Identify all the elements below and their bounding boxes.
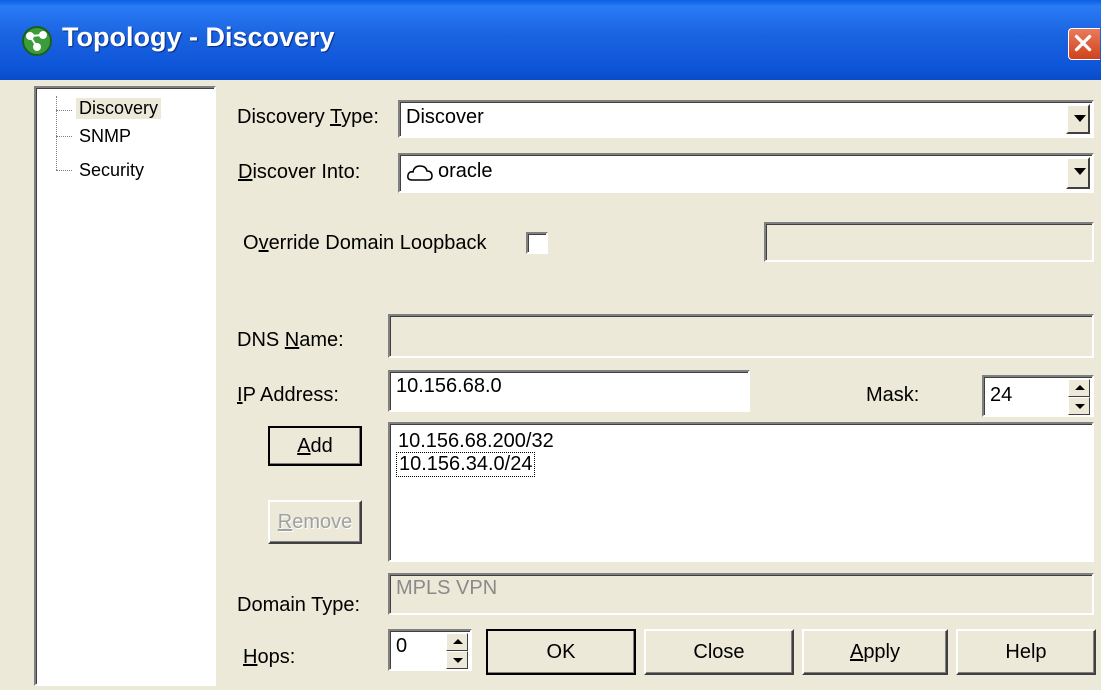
close-x-icon bbox=[1074, 34, 1092, 52]
help-button[interactable]: Help bbox=[956, 629, 1096, 675]
close-window-button[interactable] bbox=[1068, 28, 1100, 60]
title-bar[interactable]: Topology - Discovery bbox=[0, 0, 1101, 80]
chevron-down-icon[interactable] bbox=[1066, 157, 1090, 189]
discovery-type-label: Discovery Type: bbox=[237, 106, 379, 128]
dns-name-label: DNS Name: bbox=[237, 329, 344, 351]
ip-address-input[interactable]: 10.156.68.0 bbox=[388, 370, 750, 412]
discover-into-value: oracle bbox=[438, 160, 493, 182]
tree-item-snmp[interactable]: SNMP bbox=[79, 126, 131, 147]
address-list[interactable]: 10.156.68.200/32 10.156.34.0/24 bbox=[388, 422, 1094, 562]
discover-into-dropdown[interactable]: oracle bbox=[398, 153, 1094, 193]
tree-item-discovery[interactable]: Discovery bbox=[76, 98, 162, 119]
domain-type-field: MPLS VPN bbox=[388, 573, 1094, 615]
domain-type-label: Domain Type: bbox=[237, 594, 361, 616]
apply-button[interactable]: Apply bbox=[802, 629, 948, 675]
list-item[interactable]: 10.156.34.0/24 bbox=[396, 452, 536, 477]
override-domain-loopback-checkbox[interactable] bbox=[526, 232, 548, 254]
mask-decrement-button[interactable] bbox=[1068, 397, 1090, 415]
hops-label: Hops: bbox=[243, 646, 296, 668]
dns-name-input bbox=[388, 314, 1094, 358]
add-button[interactable]: Add bbox=[268, 426, 362, 466]
mask-label: Mask: bbox=[866, 384, 920, 406]
category-tree[interactable]: Discovery SNMP Security bbox=[34, 86, 216, 686]
dialog-client-area: Discovery SNMP Security Discovery Type: … bbox=[0, 80, 1101, 690]
tree-item-security[interactable]: Security bbox=[79, 160, 144, 181]
discovery-type-dropdown[interactable]: Discover bbox=[398, 100, 1094, 138]
cloud-icon bbox=[407, 165, 433, 181]
remove-button: Remove bbox=[268, 500, 362, 544]
ok-button[interactable]: OK bbox=[486, 629, 636, 675]
chevron-down-icon[interactable] bbox=[1066, 104, 1090, 134]
ip-address-label: IP Address: bbox=[237, 384, 339, 406]
hops-stepper[interactable]: 0 bbox=[388, 629, 472, 671]
list-item[interactable]: 10.156.68.200/32 bbox=[398, 430, 554, 453]
topology-discovery-window: Topology - Discovery Discovery SNMP Secu… bbox=[0, 0, 1101, 690]
topology-app-icon bbox=[22, 26, 52, 56]
close-button[interactable]: Close bbox=[644, 629, 794, 675]
window-title: Topology - Discovery bbox=[62, 22, 335, 52]
mask-increment-button[interactable] bbox=[1068, 379, 1090, 397]
hops-increment-button[interactable] bbox=[446, 633, 468, 651]
discover-into-label: Discover Into: bbox=[238, 161, 361, 183]
discovery-type-value: Discover bbox=[406, 106, 484, 128]
mask-stepper[interactable]: 24 bbox=[982, 375, 1094, 417]
override-domain-loopback-label: Override Domain Loopback bbox=[243, 232, 487, 254]
hops-decrement-button[interactable] bbox=[446, 651, 468, 669]
override-loopback-field bbox=[764, 222, 1094, 262]
